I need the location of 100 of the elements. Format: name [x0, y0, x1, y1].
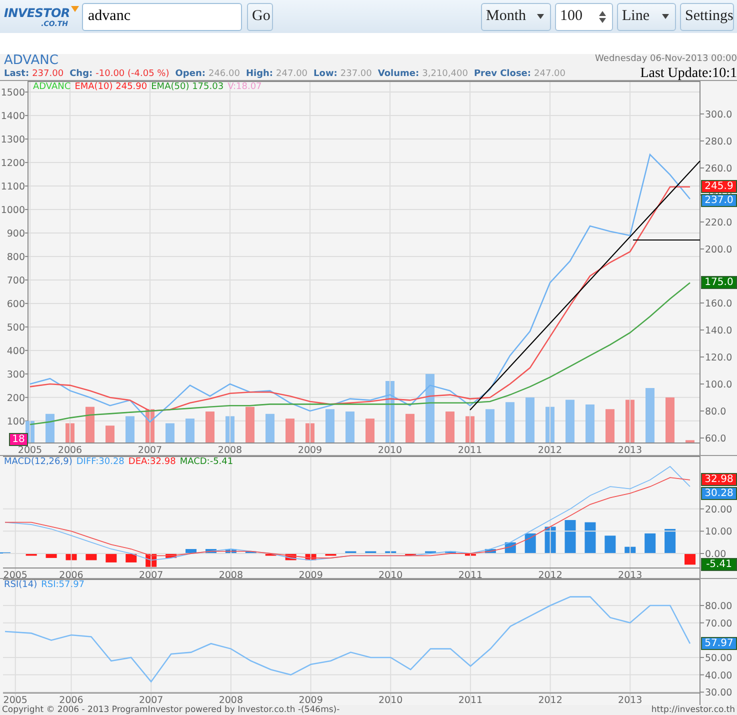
legend-label: EMA(10) 245.90	[74, 82, 148, 93]
axis-label: 100	[6, 416, 25, 428]
axis-label: 260.0	[705, 163, 732, 174]
volume-bar	[506, 402, 514, 443]
histogram-bar	[225, 549, 236, 554]
go-button[interactable]: Go	[247, 2, 273, 30]
search-field[interactable]: advanc	[82, 2, 242, 30]
histogram-bar	[664, 528, 676, 554]
legend-label: MACD(12,26,9)	[4, 457, 72, 468]
quote-value: 247.00	[276, 68, 308, 80]
spinner-icon	[599, 10, 606, 22]
axis-label: 800	[6, 252, 25, 263]
axis-label: 2012	[538, 695, 562, 705]
axis-label: 140.0	[705, 325, 732, 336]
site-link[interactable]: http://investor.co.th	[651, 705, 735, 715]
volume-bar	[286, 418, 294, 443]
axis-label: 160.0	[705, 298, 732, 310]
histogram-bar	[684, 554, 696, 565]
histogram-bar	[205, 549, 216, 554]
value-tag: 32.98	[701, 472, 737, 486]
legend-label: ADVANC	[33, 82, 71, 93]
axis-label: 2010	[378, 570, 403, 578]
histogram-bar	[265, 554, 276, 556]
histogram-bar	[644, 533, 656, 554]
quote-value: 247.00	[534, 68, 566, 80]
axis-label: 2008	[218, 445, 242, 455]
histogram-bar	[325, 554, 336, 556]
volume-bar	[86, 406, 94, 443]
axis-label: 2010	[378, 445, 402, 455]
histogram-bar	[484, 549, 496, 554]
date-text: Wednesday 06-Nov-2013 00:00	[595, 54, 737, 65]
volume-bar	[526, 397, 534, 443]
volume-bar	[366, 418, 374, 443]
volume-bar	[186, 418, 194, 443]
axis-label: 2006	[59, 695, 84, 705]
volume-bar	[46, 414, 54, 443]
axis-label: 2005	[3, 570, 28, 578]
axis-label: 200	[6, 392, 25, 404]
histogram-bar	[564, 520, 576, 554]
caret-icon	[537, 14, 544, 19]
value-tag: 245.9	[701, 180, 737, 193]
quote-label: Open:	[175, 68, 206, 80]
axis-label: 2011	[458, 445, 482, 455]
histogram-bar	[425, 551, 436, 554]
volume-bar	[206, 412, 214, 443]
quote-label: Low:	[314, 68, 338, 80]
quote-value: 3,210,400	[422, 68, 468, 80]
volume-bar	[326, 409, 334, 443]
axis-label: 1400	[0, 111, 25, 122]
volume-bar	[246, 406, 254, 443]
settings-button[interactable]: Settings	[680, 2, 734, 30]
axis-label: 120.0	[705, 352, 732, 364]
axis-label: 2007	[139, 570, 164, 578]
axis-label: 400	[6, 346, 25, 357]
axis-label: 70.00	[705, 618, 732, 630]
axis-label: 2013	[618, 570, 642, 578]
axis-label: 40.00	[705, 670, 732, 682]
count-field[interactable]: 100	[555, 2, 613, 30]
histogram-bar	[405, 554, 416, 556]
quote-value: 237.00	[32, 68, 64, 80]
axis-label: 2013	[618, 695, 642, 705]
symbol-title: ADVANC	[4, 54, 58, 67]
histogram-bar	[245, 551, 256, 554]
copyright-text: Copyright © 2006 - 2013 ProgramInvestor powered by Investor.co.th -(546ms)-	[2, 705, 340, 715]
quote-label: Prev Close:	[474, 68, 532, 80]
volume-bar	[126, 416, 134, 443]
volume-bar	[446, 412, 454, 443]
legend-label: V:18.07	[228, 82, 262, 93]
histogram-bar	[46, 554, 57, 558]
axis-label: 2009	[298, 445, 322, 455]
quote-value: -10.00 (-4.05 %)	[96, 68, 170, 80]
volume-bar	[486, 409, 494, 443]
axis-label: 10.00	[705, 526, 732, 538]
histogram-bar	[624, 546, 636, 554]
axis-label: 2008	[218, 695, 244, 705]
axis-label: 80.00	[705, 601, 732, 612]
histogram-bar	[166, 554, 177, 558]
axis-label: 50.00	[705, 652, 732, 664]
volume-bar	[666, 397, 674, 443]
axis-label: 2012	[538, 570, 562, 578]
axis-label: 700	[6, 275, 25, 286]
axis-label: 220.0	[705, 217, 732, 228]
volume-bar	[106, 426, 114, 443]
chart-type-select[interactable]: Line	[617, 2, 676, 30]
axis-label: 2006	[59, 570, 84, 578]
axis-label: 500	[6, 322, 25, 334]
legend-label: RSI(14)	[4, 580, 38, 591]
volume-bar	[426, 374, 434, 443]
axis-label: 2011	[458, 695, 483, 705]
volume-bar	[406, 414, 414, 443]
histogram-bar	[584, 522, 596, 554]
value-tag: 30.28	[701, 486, 737, 500]
period-select[interactable]: Month	[481, 2, 551, 30]
value-tag: -5.41	[701, 558, 737, 571]
axis-label: 2008	[218, 570, 244, 578]
caret-icon	[662, 14, 669, 19]
axis-label: 2009	[298, 695, 323, 705]
axis-label: 200.0	[705, 244, 732, 256]
axis-label: 900	[6, 228, 25, 240]
axis-label: 2010	[378, 695, 403, 705]
